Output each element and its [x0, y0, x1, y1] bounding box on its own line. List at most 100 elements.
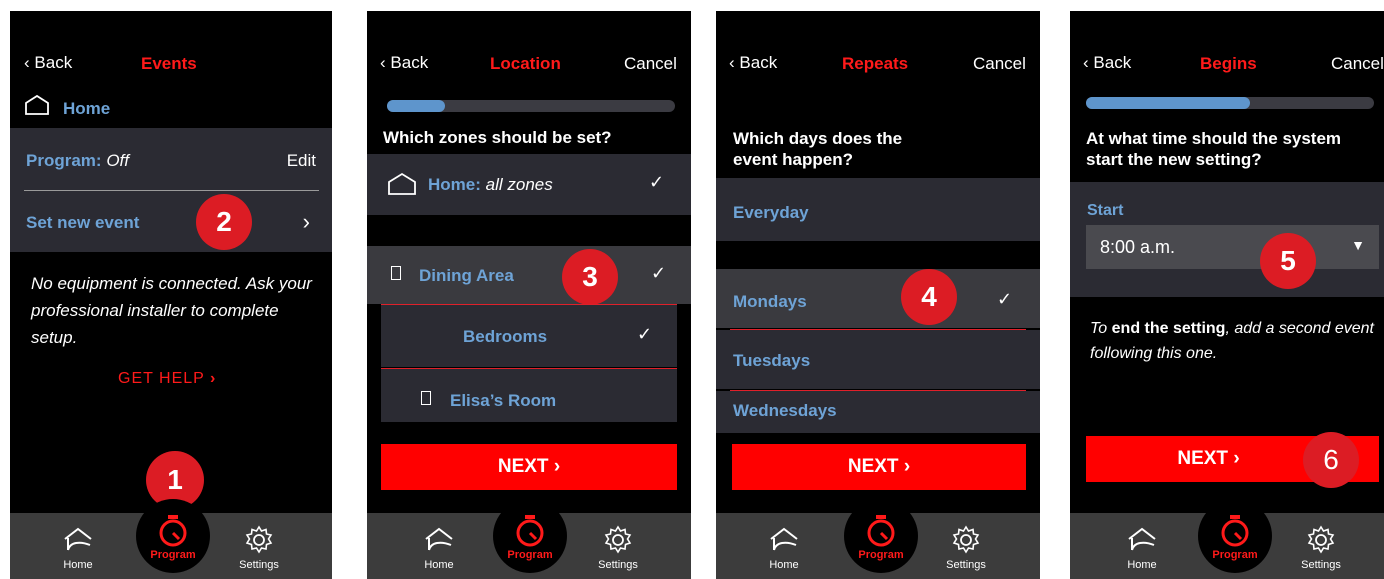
cancel-button[interactable]: Cancel	[624, 54, 677, 74]
back-button[interactable]: ‹ Back	[1083, 53, 1131, 73]
nav-program-label: Program	[1212, 549, 1258, 561]
home-outline-icon	[388, 172, 416, 195]
bottom-nav: Home Program Settings	[367, 499, 691, 579]
gear-icon	[245, 525, 273, 554]
timer-icon	[159, 515, 187, 547]
nav-settings-label: Settings	[1301, 559, 1341, 571]
gear-icon	[952, 525, 980, 554]
chevron-left-icon: ‹	[729, 53, 735, 72]
timer-icon	[867, 515, 895, 547]
nav-program-label: Program	[150, 549, 196, 561]
zone-row-bedrooms[interactable]: Bedrooms ✓	[381, 305, 677, 367]
start-time-value: 8:00 a.m.	[1100, 237, 1176, 257]
back-button[interactable]: ‹ Back	[24, 53, 72, 73]
nav-program[interactable]: Program	[1198, 499, 1272, 573]
progress-fill	[387, 100, 445, 112]
home-nav-icon	[64, 527, 92, 551]
nav-home[interactable]: Home	[58, 525, 98, 575]
timer-icon	[516, 515, 544, 547]
repeats-screen: ‹ Back Repeats Cancel Which days does th…	[716, 11, 1040, 579]
get-help-link[interactable]: GET HELP ›	[118, 370, 216, 388]
nav-home-label: Home	[424, 559, 454, 571]
day-label: Everyday	[733, 203, 809, 222]
next-button[interactable]: NEXT ›	[732, 444, 1026, 490]
home-nav-icon	[1128, 527, 1156, 551]
cancel-button[interactable]: Cancel	[973, 54, 1026, 74]
home-zone-label: Home: all zones	[428, 175, 553, 194]
check-icon: ✓	[649, 172, 665, 192]
chevron-right-icon[interactable]: ›	[303, 209, 310, 235]
nav-home-label: Home	[1127, 559, 1157, 571]
timer-icon	[1221, 515, 1249, 547]
back-button[interactable]: ‹ Back	[729, 53, 777, 73]
bottom-nav: Home Program Settings	[1070, 499, 1384, 579]
nav-program[interactable]: Program	[844, 499, 918, 573]
nav-settings-label: Settings	[239, 559, 279, 571]
progress-bar	[1086, 97, 1374, 109]
nav-home[interactable]: Home	[1122, 525, 1162, 575]
start-time-select[interactable]: 8:00 a.m. ▼	[1086, 225, 1379, 269]
nav-home-label: Home	[63, 559, 93, 571]
day-label: Wednesdays	[733, 401, 837, 420]
no-equipment-message: No equipment is connected. Ask your prof…	[31, 274, 312, 347]
location-screen: ‹ Back Location Cancel Which zones shoul…	[367, 11, 691, 579]
check-icon: ✓	[651, 263, 667, 283]
room-square-icon	[391, 266, 401, 280]
question-text: Which days does the event happen?	[733, 129, 903, 169]
chevron-left-icon: ‹	[380, 53, 386, 72]
chevron-right-icon: ›	[1233, 448, 1240, 469]
day-row-tuesdays[interactable]: Tuesdays	[716, 330, 1040, 389]
step-badge-6: 6	[1303, 432, 1359, 488]
day-label: Mondays	[733, 292, 807, 311]
check-icon: ✓	[637, 324, 653, 344]
check-icon: ✓	[997, 289, 1013, 309]
day-label: Tuesdays	[733, 351, 811, 370]
gear-icon	[1307, 525, 1335, 554]
nav-home[interactable]: Home	[764, 525, 804, 575]
program-status: Program: Off	[26, 151, 129, 170]
zone-row-dining-area[interactable]: Dining Area ✓	[367, 246, 691, 304]
start-time-panel: Start 8:00 a.m. ▼	[1070, 182, 1384, 297]
home-outline-icon	[25, 94, 49, 115]
step-badge-3: 3	[562, 249, 618, 305]
progress-bar	[387, 100, 675, 112]
nav-home-label: Home	[769, 559, 799, 571]
back-button[interactable]: ‹ Back	[380, 53, 428, 73]
events-screen: ‹ Back Events Home Program: Off Edit Set…	[10, 11, 332, 579]
day-row-mondays[interactable]: Mondays ✓	[716, 269, 1040, 328]
zone-row-elisas-room[interactable]: Elisa’s Room	[381, 369, 677, 422]
page-title: Begins	[1200, 54, 1257, 73]
program-panel: Program: Off Edit Set new event ›	[10, 128, 332, 252]
dropdown-caret-icon: ▼	[1351, 237, 1365, 253]
nav-settings[interactable]: Settings	[232, 525, 286, 575]
cancel-button[interactable]: Cancel	[1331, 54, 1384, 74]
page-title: Location	[490, 54, 561, 73]
home-nav-icon	[425, 527, 453, 551]
chevron-right-icon: ›	[210, 370, 217, 387]
edit-button[interactable]: Edit	[287, 151, 316, 171]
nav-program[interactable]: Program	[136, 499, 210, 573]
gear-icon	[604, 525, 632, 554]
room-square-icon	[421, 391, 431, 405]
chevron-right-icon: ›	[903, 456, 911, 477]
nav-settings[interactable]: Settings	[939, 525, 993, 575]
step-badge-4: 4	[901, 269, 957, 325]
page-title: Events	[141, 54, 197, 73]
set-new-event-button[interactable]: Set new event	[26, 213, 139, 233]
nav-program[interactable]: Program	[493, 499, 567, 573]
next-button[interactable]: NEXT ›	[381, 444, 677, 490]
nav-settings[interactable]: Settings	[591, 525, 645, 575]
chevron-right-icon: ›	[553, 456, 561, 477]
zone-label: Bedrooms	[463, 327, 548, 346]
nav-home[interactable]: Home	[419, 525, 459, 575]
question-text: At what time should the system start the…	[1086, 129, 1342, 169]
day-row-wednesdays[interactable]: Wednesdays	[716, 391, 1040, 433]
begins-screen: ‹ Back Begins Cancel At what time should…	[1070, 11, 1384, 579]
home-zone-row[interactable]: Home: all zones ✓	[367, 154, 691, 215]
start-label: Start	[1087, 202, 1124, 219]
day-row-everyday[interactable]: Everyday	[716, 178, 1040, 241]
home-nav-icon	[770, 527, 798, 551]
end-setting-note: To end the setting, add a second event f…	[1090, 320, 1374, 362]
progress-fill	[1086, 97, 1251, 109]
nav-settings[interactable]: Settings	[1294, 525, 1348, 575]
